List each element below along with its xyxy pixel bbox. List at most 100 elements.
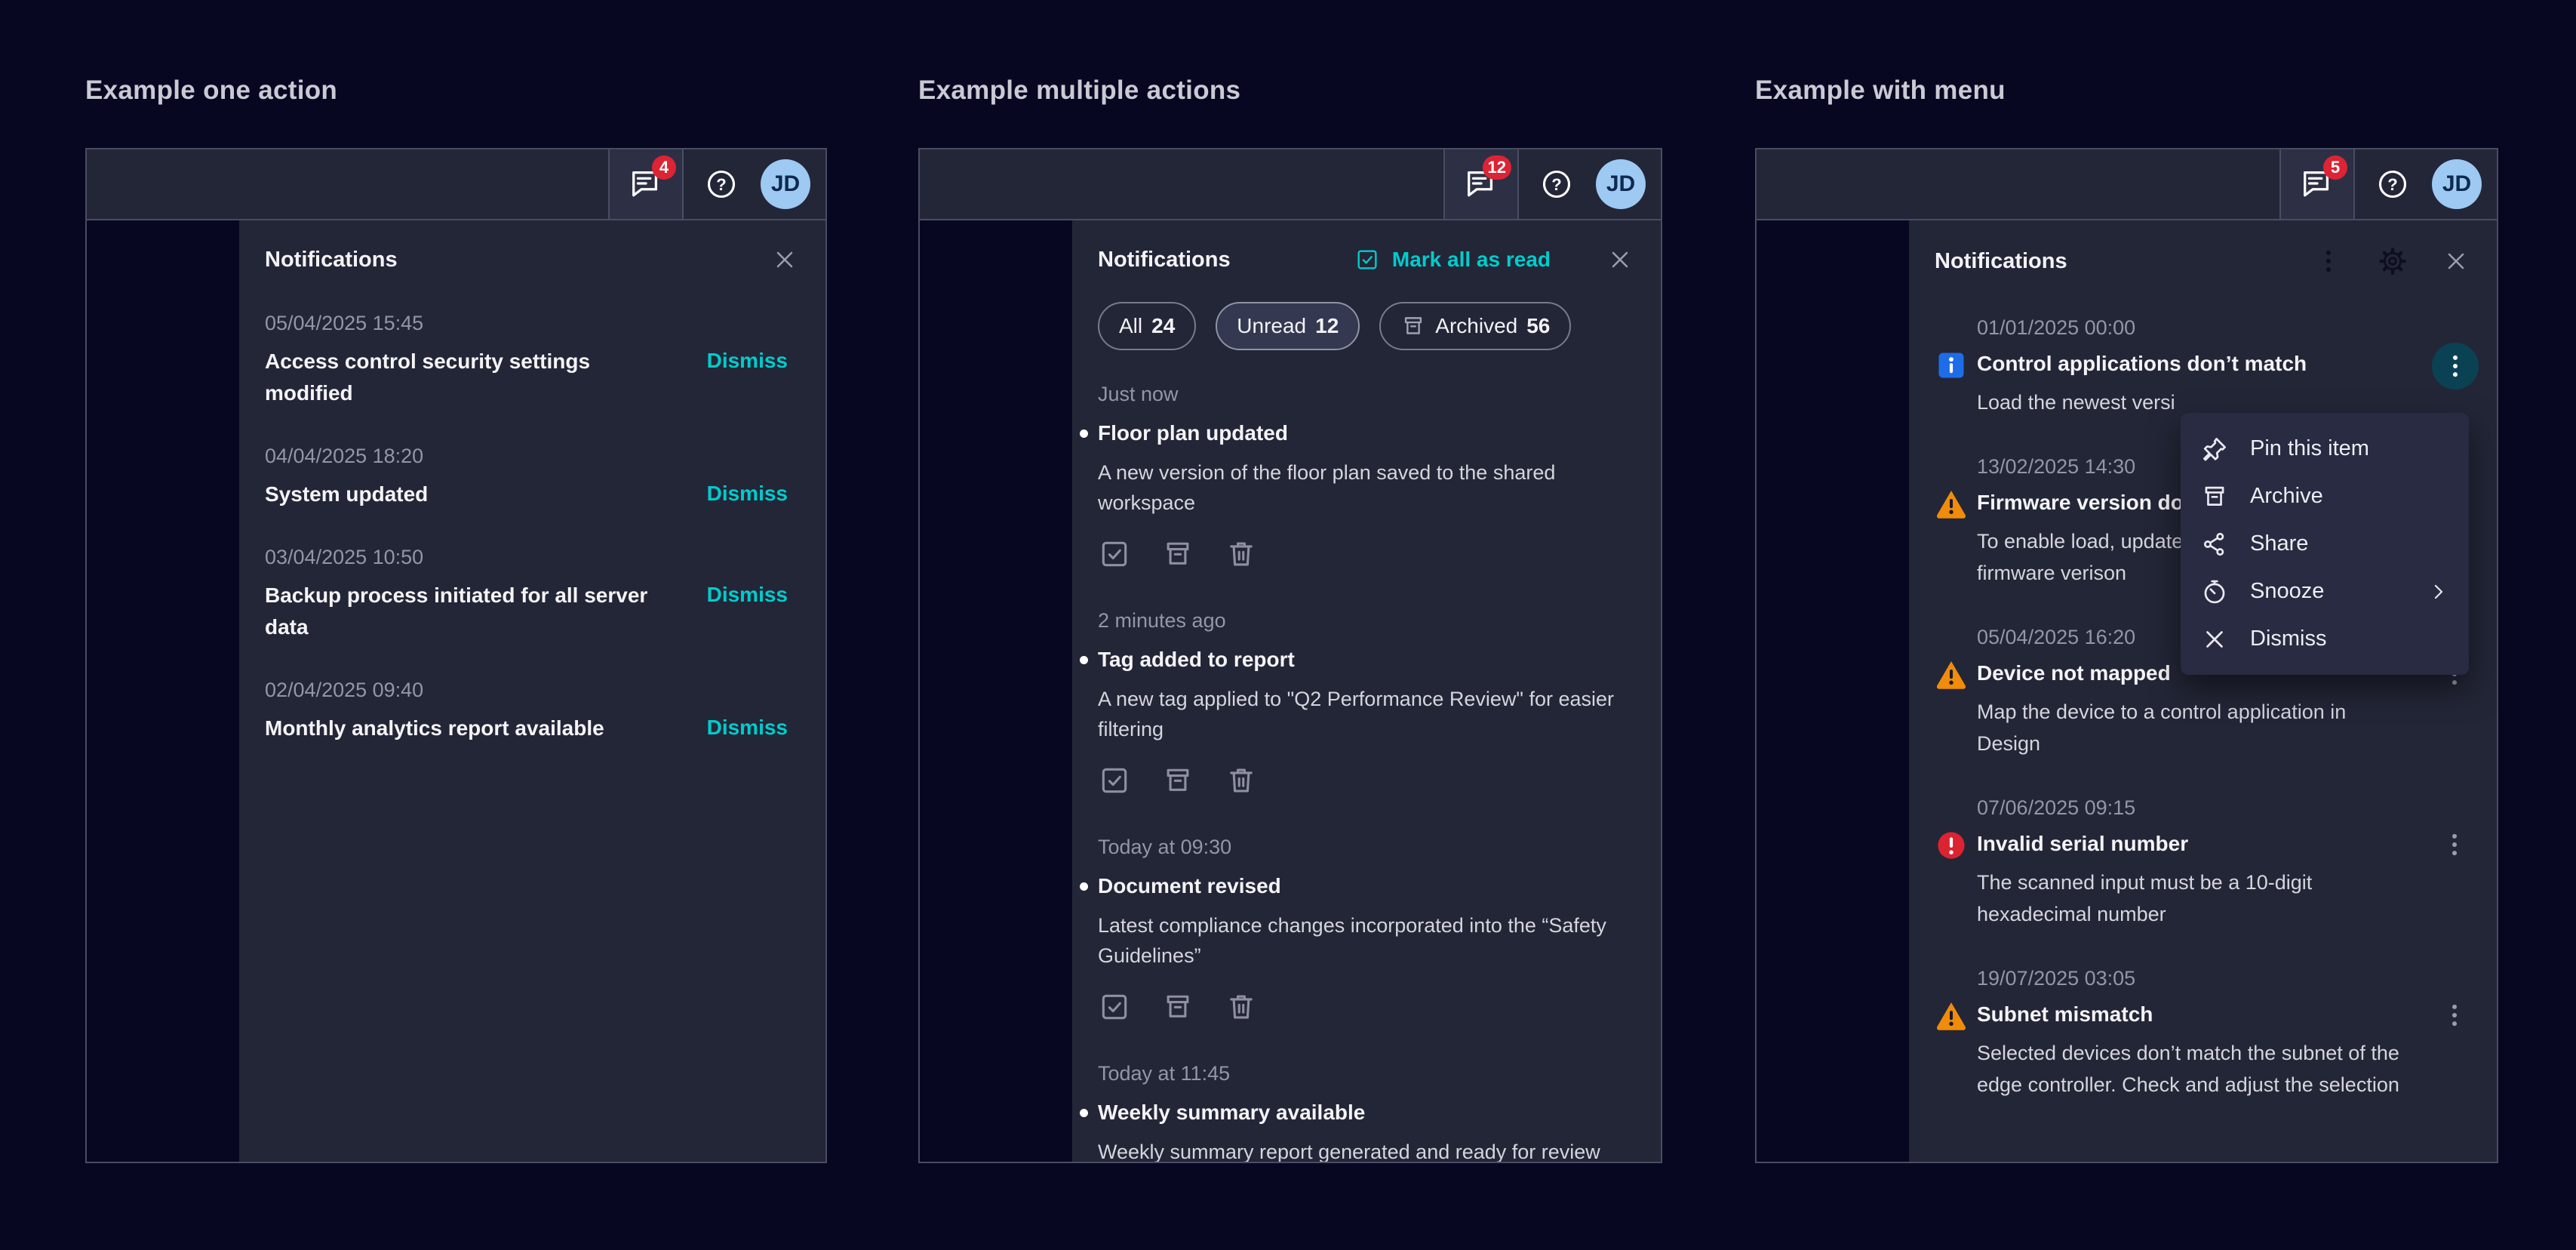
notification-title: Subnet mismatch bbox=[1977, 998, 2433, 1031]
panel-options-button[interactable] bbox=[2314, 247, 2343, 276]
notification-item: 19/07/2025 03:05 Subnet mismatch Selecte… bbox=[1935, 965, 2476, 1101]
notifications-panel: Notifications 01/01/2025 00:00 bbox=[1909, 220, 2497, 1162]
kebab-icon bbox=[2441, 352, 2470, 380]
chevron-right-icon bbox=[2427, 580, 2449, 603]
notification-description: A new tag applied to "Q2 Performance Rev… bbox=[1098, 684, 1631, 744]
panel-title: Notifications bbox=[1098, 248, 1354, 272]
notification-title: Control applications don’t match bbox=[1977, 347, 2432, 380]
archive-icon[interactable] bbox=[1161, 537, 1194, 571]
trash-icon[interactable] bbox=[1225, 764, 1258, 797]
panel-title: Notifications bbox=[1935, 249, 2279, 274]
notifications-panel: Notifications Mark all as read All24 Unr… bbox=[1072, 220, 1661, 1162]
notification-title: Document revised bbox=[1080, 870, 1631, 903]
notification-title: Tag added to report bbox=[1080, 643, 1631, 676]
close-button[interactable] bbox=[2442, 248, 2470, 275]
menu-item-archive[interactable]: Archive bbox=[2181, 473, 2469, 520]
example-multiple-actions-title: Example multiple actions bbox=[918, 75, 1240, 106]
help-icon bbox=[1540, 168, 1573, 201]
notifications-panel-header: Notifications bbox=[239, 220, 825, 290]
close-button[interactable] bbox=[771, 246, 798, 273]
error-icon bbox=[1935, 829, 1968, 862]
settings-button[interactable] bbox=[2378, 246, 2408, 276]
mark-read-icon[interactable] bbox=[1098, 990, 1131, 1024]
dismiss-link[interactable]: Dismiss bbox=[707, 479, 788, 509]
notification-time: Today at 09:30 bbox=[1098, 833, 1631, 861]
notification-title: Invalid serial number bbox=[1977, 827, 2433, 861]
dismiss-link[interactable]: Dismiss bbox=[707, 580, 788, 610]
kebab-icon bbox=[2440, 830, 2469, 859]
panel-title: Notifications bbox=[265, 248, 771, 272]
notification-date: 07/06/2025 09:15 bbox=[1977, 794, 2476, 821]
user-avatar[interactable]: JD bbox=[1596, 159, 1646, 209]
mark-read-icon[interactable] bbox=[1098, 537, 1131, 571]
notification-item: Today at 11:45 Weekly summary available … bbox=[1098, 1060, 1631, 1162]
unread-dot bbox=[1080, 429, 1088, 438]
gear-icon bbox=[2378, 246, 2408, 276]
dismiss-link[interactable]: Dismiss bbox=[707, 713, 788, 743]
checkbox-checked-icon bbox=[1354, 247, 1380, 272]
item-menu-button-active[interactable] bbox=[2432, 343, 2479, 389]
warning-icon bbox=[1935, 488, 1968, 521]
filter-chip-archived[interactable]: Archived56 bbox=[1379, 302, 1571, 350]
item-menu-button[interactable] bbox=[2433, 830, 2476, 859]
help-icon bbox=[2376, 168, 2409, 201]
mark-all-as-read-button[interactable]: Mark all as read bbox=[1354, 247, 1551, 272]
menu-item-share[interactable]: Share bbox=[2181, 520, 2469, 568]
menu-item-snooze[interactable]: Snooze bbox=[2181, 568, 2469, 615]
notification-actions bbox=[1098, 990, 1631, 1024]
trash-icon[interactable] bbox=[1225, 537, 1258, 571]
notification-item: 03/04/2025 10:50 Backup process initiate… bbox=[265, 543, 788, 643]
filter-chip-all[interactable]: All24 bbox=[1098, 302, 1196, 350]
help-button[interactable] bbox=[1540, 168, 1573, 201]
notification-date: 03/04/2025 10:50 bbox=[265, 543, 788, 571]
notification-item: 01/01/2025 00:00 Control applications do… bbox=[1935, 314, 2476, 418]
dismiss-link[interactable]: Dismiss bbox=[707, 346, 788, 376]
unread-dot bbox=[1080, 882, 1088, 891]
notification-count-badge: 5 bbox=[2323, 155, 2347, 180]
user-avatar[interactable]: JD bbox=[761, 159, 810, 209]
notification-count-badge: 4 bbox=[652, 155, 676, 180]
notifications-button[interactable]: 5 bbox=[2279, 149, 2355, 219]
app-topbar: 12 JD bbox=[920, 149, 1661, 220]
close-button[interactable] bbox=[1606, 246, 1634, 273]
mark-read-icon[interactable] bbox=[1098, 764, 1131, 797]
snooze-icon bbox=[2200, 577, 2229, 606]
user-avatar[interactable]: JD bbox=[2432, 159, 2482, 209]
notifications-button[interactable]: 12 bbox=[1443, 149, 1519, 219]
notification-actions bbox=[1098, 537, 1631, 571]
menu-item-pin[interactable]: Pin this item bbox=[2181, 425, 2469, 473]
archive-icon[interactable] bbox=[1161, 990, 1194, 1024]
notification-actions bbox=[1098, 764, 1631, 797]
notifications-panel-header: Notifications bbox=[1909, 220, 2497, 293]
menu-item-dismiss[interactable]: Dismiss bbox=[2181, 615, 2469, 663]
kebab-icon bbox=[2440, 1001, 2469, 1030]
notifications-panel-header: Notifications Mark all as read bbox=[1072, 220, 1661, 290]
example-one-action-title: Example one action bbox=[85, 75, 337, 106]
notification-list: 05/04/2025 15:45 Access control security… bbox=[239, 290, 825, 744]
filter-chip-unread[interactable]: Unread12 bbox=[1216, 302, 1360, 350]
notification-description: The scanned input must be a 10-digithexa… bbox=[1977, 867, 2433, 930]
app-window-one-action: 4 JD Notifications 05/04/2025 15:45 bbox=[85, 148, 827, 1163]
notification-date: 01/01/2025 00:00 bbox=[1977, 314, 2476, 341]
notification-item: Just now Floor plan updated A new versio… bbox=[1098, 380, 1631, 571]
example-with-menu-title: Example with menu bbox=[1755, 75, 2006, 106]
app-window-multiple-actions: 12 JD Notifications Mark all as read bbox=[918, 148, 1662, 1163]
close-icon bbox=[2442, 248, 2470, 275]
app-content: Notifications 05/04/2025 15:45 Access co… bbox=[87, 220, 825, 1162]
kebab-icon bbox=[2314, 247, 2343, 276]
notification-title: System updated bbox=[265, 479, 428, 510]
notification-description: Map the device to a control application … bbox=[1977, 696, 2433, 759]
notification-date: 04/04/2025 18:20 bbox=[265, 442, 788, 470]
unread-dot bbox=[1080, 1109, 1088, 1117]
app-window-with-menu: 5 JD Notifications bbox=[1755, 148, 2498, 1163]
help-button[interactable] bbox=[705, 168, 738, 201]
trash-icon[interactable] bbox=[1225, 990, 1258, 1024]
help-button[interactable] bbox=[2376, 168, 2409, 201]
notification-count-badge: 12 bbox=[1483, 155, 1511, 180]
app-content: Notifications 01/01/2025 00:00 bbox=[1757, 220, 2497, 1162]
item-menu-button[interactable] bbox=[2433, 1001, 2476, 1030]
archive-icon[interactable] bbox=[1161, 764, 1194, 797]
help-icon bbox=[705, 168, 738, 201]
notification-title: Access control security settingsmodified bbox=[265, 346, 590, 409]
notifications-button[interactable]: 4 bbox=[608, 149, 684, 219]
